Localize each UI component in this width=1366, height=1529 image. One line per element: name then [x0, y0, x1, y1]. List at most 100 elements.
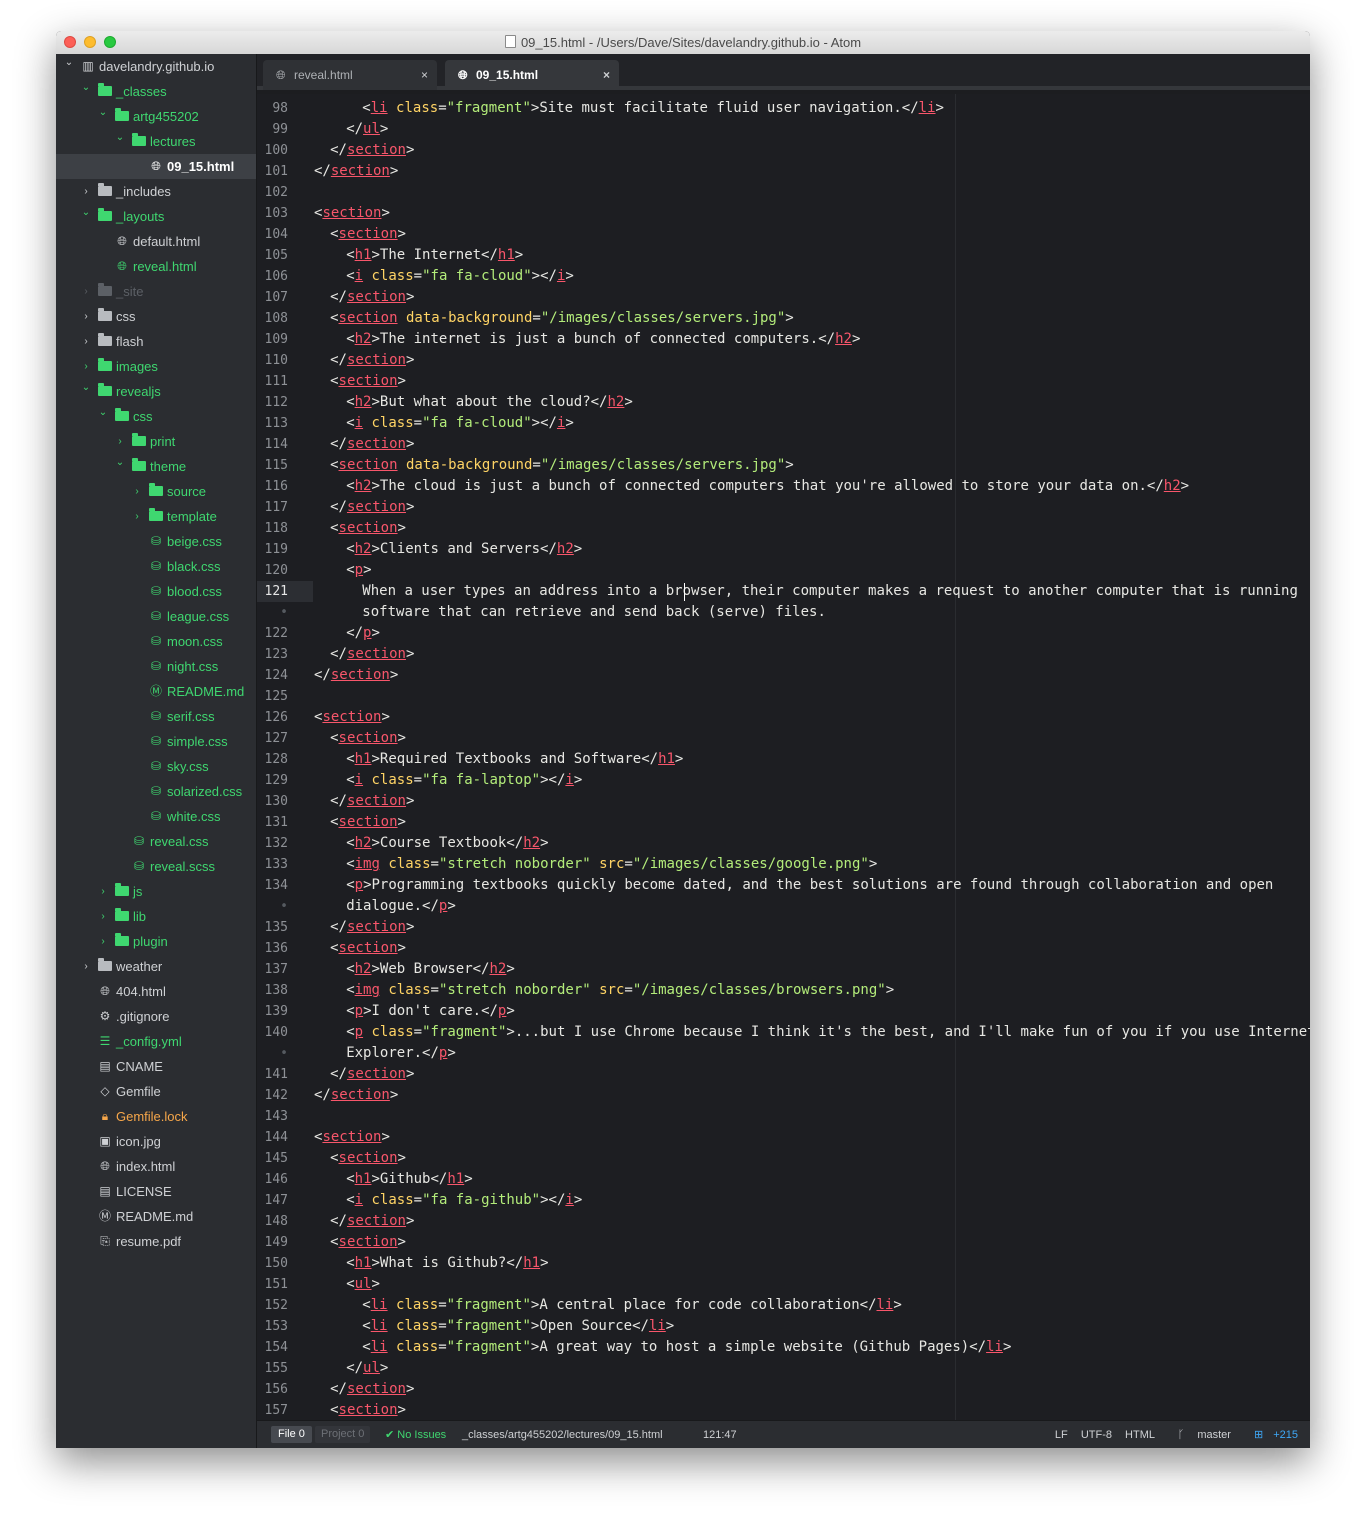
code-line[interactable]: <section>: [330, 1148, 406, 1169]
code-line[interactable]: <p class="fragment">...but I use Chrome …: [346, 1022, 1310, 1043]
code-line[interactable]: Explorer.</p>: [346, 1043, 456, 1064]
code-line[interactable]: <i class="fa fa-cloud"></i>: [346, 266, 574, 287]
tree-folder[interactable]: › weather: [56, 954, 256, 979]
chevron-down-icon[interactable]: ⌄: [98, 104, 108, 122]
chevron-right-icon[interactable]: ›: [132, 479, 142, 504]
code-line[interactable]: <h2>Web Browser</h2>: [346, 959, 515, 980]
code-line[interactable]: <img class="stretch noborder" src="/imag…: [346, 854, 877, 875]
tree-folder[interactable]: ⌄ ▥ davelandry.github.io: [56, 54, 256, 79]
code-line[interactable]: <section>: [314, 707, 390, 728]
tree-file[interactable]: ⛁ beige.css: [56, 529, 256, 554]
tree-folder[interactable]: ⌄ _layouts: [56, 204, 256, 229]
code-line[interactable]: <i class="fa fa-github"></i>: [346, 1190, 582, 1211]
code-line[interactable]: <h2>The internet is just a bunch of conn…: [346, 329, 860, 350]
tab-close-icon[interactable]: ×: [421, 60, 428, 90]
code-line[interactable]: <h2>Clients and Servers</h2>: [346, 539, 582, 560]
tree-file[interactable]: 🌐︎ 09_15.html: [56, 154, 256, 179]
tree-file[interactable]: ⛁ solarized.css: [56, 779, 256, 804]
code-line[interactable]: <section>: [314, 1127, 390, 1148]
tree-file[interactable]: ▤ LICENSE: [56, 1179, 256, 1204]
chevron-down-icon[interactable]: ⌄: [115, 129, 125, 147]
code-line[interactable]: </section>: [330, 1211, 414, 1232]
tree-file[interactable]: 🔒︎ Gemfile.lock: [56, 1104, 256, 1129]
chevron-down-icon[interactable]: ⌄: [64, 54, 74, 72]
linter-project-badge[interactable]: Project 0: [315, 1426, 371, 1443]
code-line[interactable]: </section>: [330, 350, 414, 371]
code-line[interactable]: </section>: [330, 497, 414, 518]
tree-folder[interactable]: ⌄ revealjs: [56, 379, 256, 404]
tree-file[interactable]: ▤ CNAME: [56, 1054, 256, 1079]
code-line[interactable]: <section>: [330, 812, 406, 833]
tree-file[interactable]: ⛁ moon.css: [56, 629, 256, 654]
code-line[interactable]: <h1>Github</h1>: [346, 1169, 472, 1190]
tree-file[interactable]: ⛁ night.css: [56, 654, 256, 679]
chevron-right-icon[interactable]: ›: [115, 429, 125, 454]
code-line[interactable]: <li class="fragment">Open Source</li>: [362, 1316, 674, 1337]
cursor-position[interactable]: 121:47: [703, 1421, 737, 1448]
git-changes-status[interactable]: ⊞ +215: [1244, 1429, 1298, 1441]
code-line[interactable]: <img class="stretch noborder" src="/imag…: [346, 980, 894, 1001]
code-line[interactable]: <section>: [330, 1232, 406, 1253]
tree-file[interactable]: ◇ Gemfile: [56, 1079, 256, 1104]
code-line[interactable]: When a user types an address into a brow…: [362, 581, 1298, 602]
code-line[interactable]: </section>: [330, 644, 414, 665]
code-line[interactable]: </section>: [330, 434, 414, 455]
code-line[interactable]: <section>: [330, 938, 406, 959]
tree-folder[interactable]: ⌄ theme: [56, 454, 256, 479]
chevron-right-icon[interactable]: ›: [81, 279, 91, 304]
code-line[interactable]: </section>: [330, 287, 414, 308]
tree-folder[interactable]: › plugin: [56, 929, 256, 954]
tree-file[interactable]: ⛁ blood.css: [56, 579, 256, 604]
tab-close-icon[interactable]: ×: [603, 60, 610, 90]
tree-folder[interactable]: › print: [56, 429, 256, 454]
tree-file[interactable]: ☰ _config.yml: [56, 1029, 256, 1054]
tree-file[interactable]: Ⓜ README.md: [56, 1204, 256, 1229]
code-line[interactable]: <section>: [314, 203, 390, 224]
line-ending[interactable]: LF: [1055, 1429, 1068, 1441]
tree-folder[interactable]: › source: [56, 479, 256, 504]
chevron-down-icon[interactable]: ⌄: [81, 204, 91, 222]
tree-folder[interactable]: › template: [56, 504, 256, 529]
code-line[interactable]: <section>: [330, 371, 406, 392]
code-line[interactable]: <ul>: [346, 1274, 380, 1295]
code-line[interactable]: <p>I don't care.</p>: [346, 1001, 515, 1022]
chevron-right-icon[interactable]: ›: [132, 504, 142, 529]
tab-reveal-html[interactable]: 🌐︎ reveal.html ×: [263, 60, 437, 90]
code-line[interactable]: <i class="fa fa-cloud"></i>: [346, 413, 574, 434]
tree-file[interactable]: 🌐︎ 404.html: [56, 979, 256, 1004]
tree-file[interactable]: ⛁ reveal.css: [56, 829, 256, 854]
tree-folder[interactable]: › lib: [56, 904, 256, 929]
code-line[interactable]: <li class="fragment">A central place for…: [362, 1295, 902, 1316]
code-line[interactable]: <section>: [330, 728, 406, 749]
code-line[interactable]: </section>: [330, 140, 414, 161]
code-line[interactable]: <h2>The cloud is just a bunch of connect…: [346, 476, 1189, 497]
tree-file[interactable]: ⛁ simple.css: [56, 729, 256, 754]
tree-folder[interactable]: › css: [56, 304, 256, 329]
code-line[interactable]: </p>: [346, 623, 380, 644]
tree-file[interactable]: ⎘ resume.pdf: [56, 1229, 256, 1254]
code-line[interactable]: </ul>: [346, 119, 388, 140]
code-line[interactable]: software that can retrieve and send back…: [362, 602, 826, 623]
code-line[interactable]: <h1>The Internet</h1>: [346, 245, 523, 266]
tree-folder[interactable]: ⌄ artg455202: [56, 104, 256, 129]
code-line[interactable]: </section>: [330, 917, 414, 938]
code-line[interactable]: </section>: [330, 1379, 414, 1400]
tree-folder[interactable]: ⌄ _classes: [56, 79, 256, 104]
chevron-right-icon[interactable]: ›: [81, 354, 91, 379]
chevron-down-icon[interactable]: ⌄: [98, 404, 108, 422]
chevron-down-icon[interactable]: ⌄: [115, 454, 125, 472]
tree-file[interactable]: 🌐︎ index.html: [56, 1154, 256, 1179]
code-line[interactable]: <h2>Course Textbook</h2>: [346, 833, 548, 854]
chevron-down-icon[interactable]: ⌄: [81, 79, 91, 97]
git-branch-status[interactable]: ᚴ master: [1168, 1429, 1231, 1441]
code-line[interactable]: <section>: [330, 518, 406, 539]
chevron-right-icon[interactable]: ›: [81, 954, 91, 979]
code-line[interactable]: <li class="fragment">Site must facilitat…: [362, 98, 944, 119]
chevron-right-icon[interactable]: ›: [81, 304, 91, 329]
code-line[interactable]: </section>: [330, 791, 414, 812]
code-line[interactable]: </section>: [314, 161, 398, 182]
code-line[interactable]: <section data-background="/images/classe…: [330, 308, 794, 329]
tree-file[interactable]: ⛁ league.css: [56, 604, 256, 629]
code-line[interactable]: <h1>What is Github?</h1>: [346, 1253, 548, 1274]
tree-folder[interactable]: › flash: [56, 329, 256, 354]
